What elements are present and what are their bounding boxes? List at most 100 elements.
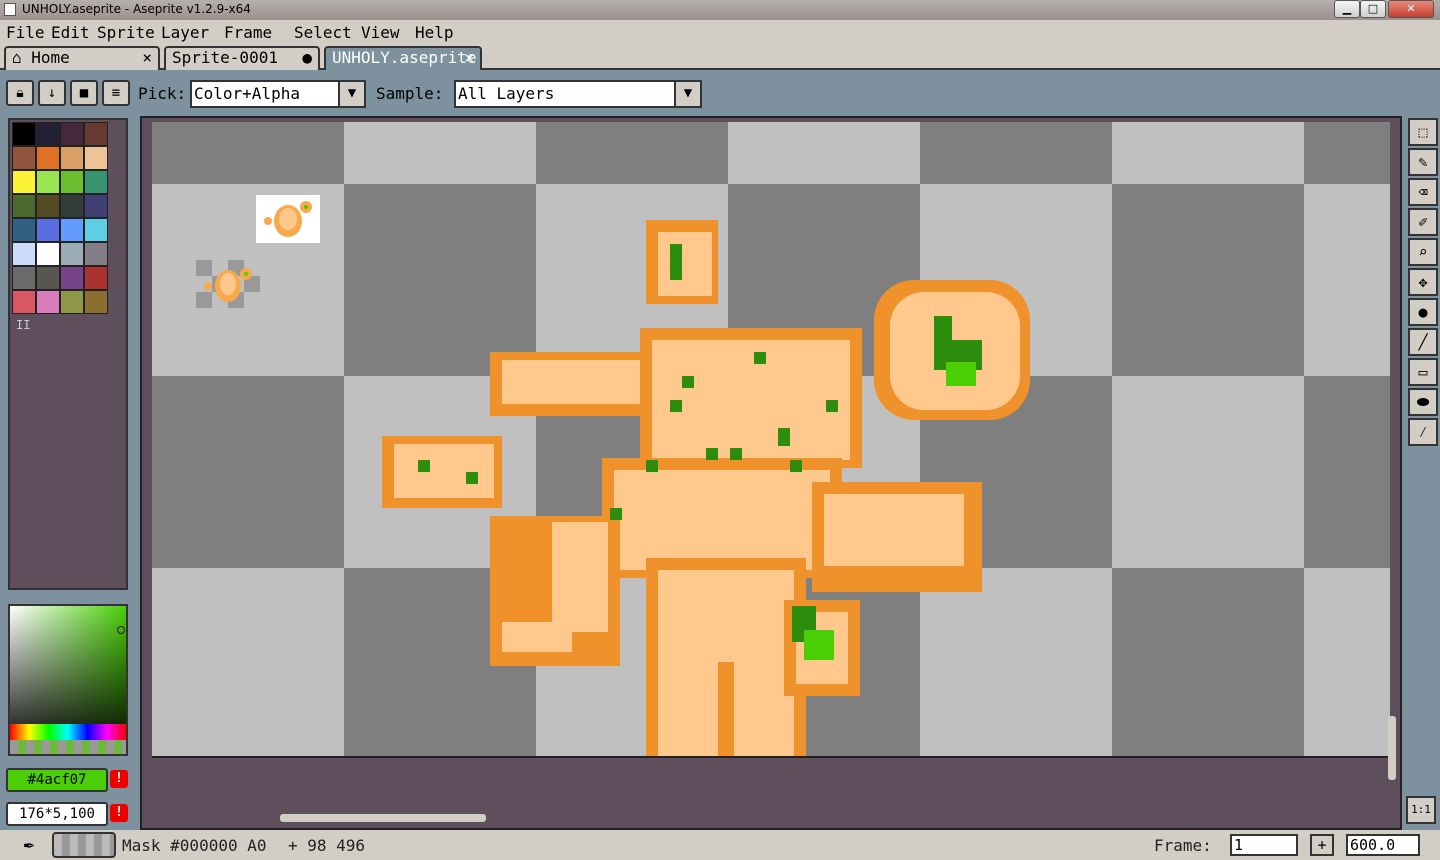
palette-swatch[interactable] [36,146,60,170]
palette-swatch[interactable] [84,122,108,146]
palette-swatch[interactable] [36,242,60,266]
move-tool[interactable]: ✥ [1408,268,1438,296]
add-frame-button[interactable]: + [1310,834,1334,856]
frame-input[interactable]: 1 [1230,834,1298,856]
palette-swatch[interactable] [36,218,60,242]
palette-swatch[interactable] [36,170,60,194]
lock-alpha-button[interactable]: 🔒︎ [6,80,34,106]
hamburger-icon: ≡ [111,85,121,101]
rectangle-tool[interactable]: ▭ [1408,358,1438,386]
warning-icon[interactable]: ! [110,804,128,822]
foreground-color-button[interactable]: #4acf07 [6,768,108,792]
pencil-tool[interactable]: ✎ [1408,148,1438,176]
hue-slider[interactable] [10,724,126,740]
palette-swatch[interactable] [60,218,84,242]
menu-button[interactable]: ≡ [102,80,130,106]
menu-frame[interactable]: Frame [224,23,272,42]
menu-edit[interactable]: Edit [51,23,90,42]
vertical-scrollbar[interactable] [1388,716,1396,780]
menu-file[interactable]: File [6,23,45,42]
warning-icon[interactable]: ! [110,770,128,788]
tab-sprite-label: Sprite-0001 [172,48,278,67]
sprite-editor[interactable] [140,116,1402,830]
spray-icon: ⁄ [1418,423,1428,441]
palette-swatch[interactable] [60,146,84,170]
palette-swatch[interactable] [60,266,84,290]
palette-swatch[interactable] [12,122,36,146]
paint-bucket-tool[interactable]: ● [1408,298,1438,326]
pick-select[interactable]: Color+Alpha ▼ [190,80,366,108]
palette-swatch[interactable] [12,242,36,266]
mask-text: Mask #000000 A0 [122,836,267,855]
palette-swatch[interactable] [60,242,84,266]
chevron-down-icon[interactable]: ▼ [674,80,702,108]
tab-home-label: Home [31,48,70,67]
cursor-coords: + 98 496 [288,836,366,855]
palette-swatch[interactable] [60,170,84,194]
palette-swatch[interactable] [84,218,108,242]
alpha-slider[interactable] [10,740,126,754]
palette-swatch[interactable] [36,290,60,314]
palette-swatch[interactable] [60,194,84,218]
palette-swatch[interactable] [84,194,108,218]
window-title: UNHOLY.aseprite - Aseprite v1.2.9-x64 [22,2,251,16]
chevron-down-icon[interactable]: ▼ [338,80,366,108]
status-bar: ✒ Mask #000000 A0 + 98 496 Frame: 1 + 60… [0,830,1440,860]
menu-select[interactable]: Select [294,23,352,42]
zoom-1to1-button[interactable]: 1:1 [1406,796,1436,824]
marquee-tool[interactable]: ⬚ [1408,118,1438,146]
horizontal-scrollbar[interactable] [280,814,486,822]
line-tool[interactable]: ╱ [1408,328,1438,356]
palette-swatch[interactable] [60,290,84,314]
palette-swatch[interactable] [36,194,60,218]
tab-unholy-close[interactable]: × [464,48,474,68]
zoom-tool[interactable]: ⌕ [1408,238,1438,266]
palette-swatch[interactable] [12,194,36,218]
sample-select[interactable]: All Layers ▼ [454,80,702,108]
eyedropper-icon: ✐ [1418,213,1428,231]
palette-swatch[interactable] [84,266,108,290]
tab-home-close[interactable]: × [142,48,152,68]
tab-unholy[interactable]: UNHOLY.aseprite × [324,46,482,70]
minimize-button[interactable]: ▁ [1334,0,1360,18]
tab-modified-indicator[interactable]: ● [302,48,312,68]
sample-value: All Layers [458,84,555,103]
palette-swatch[interactable] [12,170,36,194]
canvas-bottom-edge [152,756,1390,758]
eyedropper-tool[interactable]: ✐ [1408,208,1438,236]
blur-tool[interactable]: ⬬ [1408,388,1438,416]
palette-swatch[interactable] [60,122,84,146]
palette-swatch[interactable] [12,266,36,290]
import-button[interactable]: ↓ [38,80,66,106]
sprite-size-field[interactable]: 176*5,100 [6,802,108,826]
menu-sprite[interactable]: Sprite [97,23,155,42]
palette-mode-marker: II [16,318,31,332]
spray-tool[interactable]: ⁄ [1408,418,1438,446]
palette-swatch[interactable] [36,122,60,146]
save-button[interactable]: ■ [70,80,98,106]
menu-layer[interactable]: Layer [161,23,209,42]
home-icon: ⌂ [12,48,22,67]
palette-swatch[interactable] [36,266,60,290]
transparent-color-swatch[interactable] [52,832,116,858]
palette-swatch[interactable] [84,146,108,170]
zoom-input[interactable]: 600.0 [1346,834,1420,856]
floating-eye-left [382,436,502,508]
canvas[interactable] [152,122,1390,758]
palette-swatch[interactable] [84,290,108,314]
menu-view[interactable]: View [361,23,400,42]
floating-eye-right [874,280,1030,420]
palette-swatch[interactable] [12,218,36,242]
palette-swatch[interactable] [12,146,36,170]
eyedropper-icon: ✒ [23,834,35,855]
menu-help[interactable]: Help [415,23,454,42]
maximize-button[interactable]: □ [1360,0,1386,18]
tab-sprite-0001[interactable]: Sprite-0001 ● [164,46,320,70]
tab-home[interactable]: ⌂ Home × [4,46,160,70]
pencil-icon: ✎ [1418,153,1428,171]
eraser-tool[interactable]: ⌫ [1408,178,1438,206]
palette-swatch[interactable] [84,170,108,194]
palette-swatch[interactable] [12,290,36,314]
close-button[interactable]: ✕ [1388,0,1434,18]
palette-swatch[interactable] [84,242,108,266]
